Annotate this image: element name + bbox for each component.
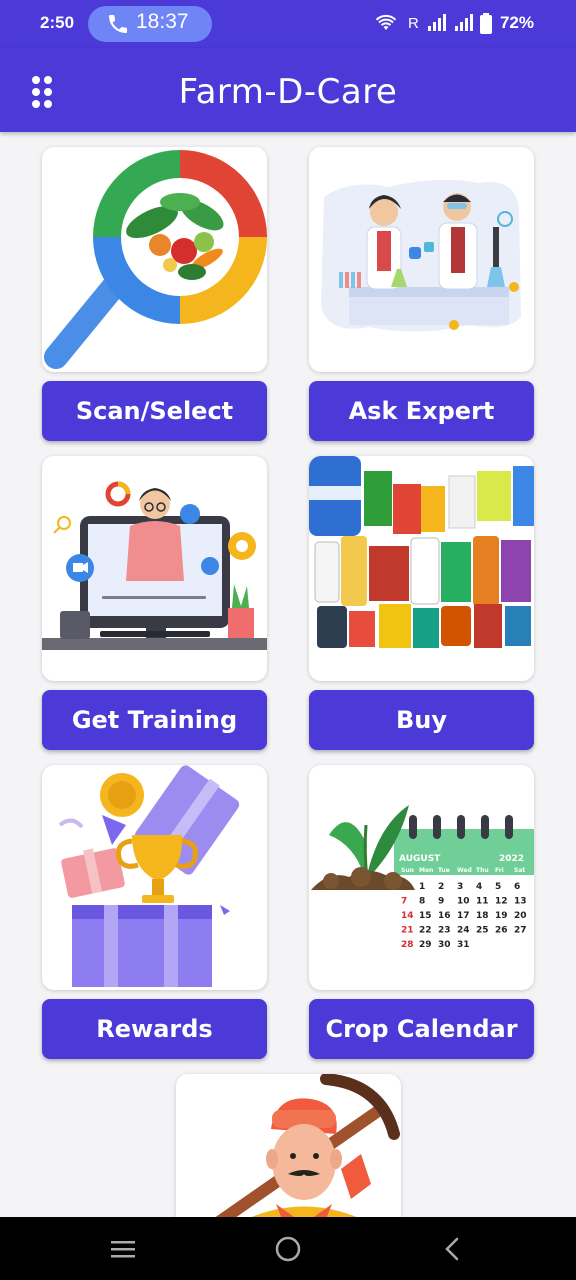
- status-bar: 2:50 18:37 R 72%: [0, 0, 576, 48]
- calendar-day: 8: [419, 897, 425, 907]
- ask-expert-card[interactable]: [309, 147, 534, 372]
- calendar-day: 14: [401, 911, 414, 921]
- get-training-button[interactable]: Get Training: [42, 690, 267, 750]
- calendar-weekday: Fri: [495, 867, 504, 874]
- app-bar: Farm-D-Care: [0, 48, 576, 132]
- farmer-with-pickaxe-illustration: [210, 1074, 400, 1234]
- calendar-day: 9: [438, 897, 444, 907]
- crop-calendar-button[interactable]: Crop Calendar: [309, 999, 534, 1059]
- calendar-day: 26: [495, 926, 508, 936]
- calendar-day: 2: [438, 882, 444, 892]
- system-nav-bar: [0, 1217, 576, 1280]
- calendar-day: 17: [457, 911, 470, 921]
- roaming-indicator: R: [408, 15, 419, 32]
- calendar-day: 16: [438, 911, 451, 921]
- gift-trophy-illustration: [58, 765, 240, 987]
- plant-calendar-illustration: AUGUST 2022 Sun Mon Tue Wed Thu Fri Sat 123456…: [311, 805, 534, 955]
- ask-expert-button[interactable]: Ask Expert: [309, 381, 534, 441]
- calendar-day: 1: [419, 882, 425, 892]
- scan-select-button[interactable]: Scan/Select: [42, 381, 267, 441]
- crop-calendar-card[interactable]: AUGUST 2022 Sun Mon Tue Wed Thu Fri Sat 123456…: [309, 765, 534, 990]
- recents-icon[interactable]: [108, 1235, 138, 1263]
- calendar-day: 12: [495, 897, 508, 907]
- battery-percent: 72%: [499, 13, 534, 32]
- scan-select-card[interactable]: [42, 147, 267, 372]
- calendar-day: 20: [514, 911, 527, 921]
- calendar-weekday: Wed: [457, 867, 472, 874]
- battery-icon: [480, 13, 492, 34]
- agro-products-illustration: [309, 456, 534, 681]
- status-time: 2:50: [40, 13, 75, 32]
- calendar-weekday: Tue: [438, 867, 450, 874]
- signal-icon: [428, 14, 446, 31]
- calendar-weekday: Sun: [401, 867, 414, 874]
- calendar-day: 28: [401, 940, 414, 950]
- calendar-weekday: Mon: [419, 867, 433, 874]
- calendar-day: 31: [457, 940, 470, 950]
- buy-button[interactable]: Buy: [309, 690, 534, 750]
- phone-icon: [109, 15, 127, 33]
- calendar-weekday: Sat: [514, 867, 525, 874]
- calendar-day: 25: [476, 926, 489, 936]
- calendar-day: 22: [419, 926, 432, 936]
- calendar-day: 27: [514, 926, 527, 936]
- calendar-day: 6: [514, 882, 520, 892]
- get-training-card[interactable]: [42, 456, 267, 681]
- calendar-day: 19: [495, 911, 508, 921]
- call-duration: 18:37: [136, 10, 189, 33]
- calendar-day: 15: [419, 911, 432, 921]
- calendar-day: 11: [476, 897, 489, 907]
- calendar-day: 4: [476, 882, 482, 892]
- buy-card[interactable]: [309, 456, 534, 681]
- calendar-weekday: Thu: [476, 867, 489, 874]
- calendar-day: 10: [457, 897, 470, 907]
- back-icon[interactable]: [438, 1235, 468, 1263]
- calendar-day: 29: [419, 940, 432, 950]
- calendar-day: 23: [438, 926, 451, 936]
- signal-icon-2: [455, 14, 473, 31]
- app-title: Farm-D-Care: [178, 72, 398, 112]
- calendar-day: 24: [457, 926, 470, 936]
- home-icon[interactable]: [273, 1235, 303, 1263]
- rewards-card[interactable]: [42, 765, 267, 990]
- online-training-illustration: [42, 481, 267, 650]
- calendar-day: 5: [495, 882, 501, 892]
- wifi-icon: [375, 14, 397, 30]
- calendar-day: 21: [401, 926, 414, 936]
- calendar-day: 7: [401, 897, 407, 907]
- magnifier-vegetables-illustration: [44, 150, 267, 369]
- calendar-day: 3: [457, 882, 463, 892]
- rewards-button[interactable]: Rewards: [42, 999, 267, 1059]
- partial-farmer-card[interactable]: [176, 1074, 401, 1234]
- calendar-month: AUGUST: [399, 854, 441, 864]
- calendar-day: 13: [514, 897, 527, 907]
- calendar-day: 30: [438, 940, 451, 950]
- calendar-year: 2022: [499, 854, 524, 864]
- calendar-day: 18: [476, 911, 489, 921]
- lab-scientists-illustration: [321, 179, 521, 332]
